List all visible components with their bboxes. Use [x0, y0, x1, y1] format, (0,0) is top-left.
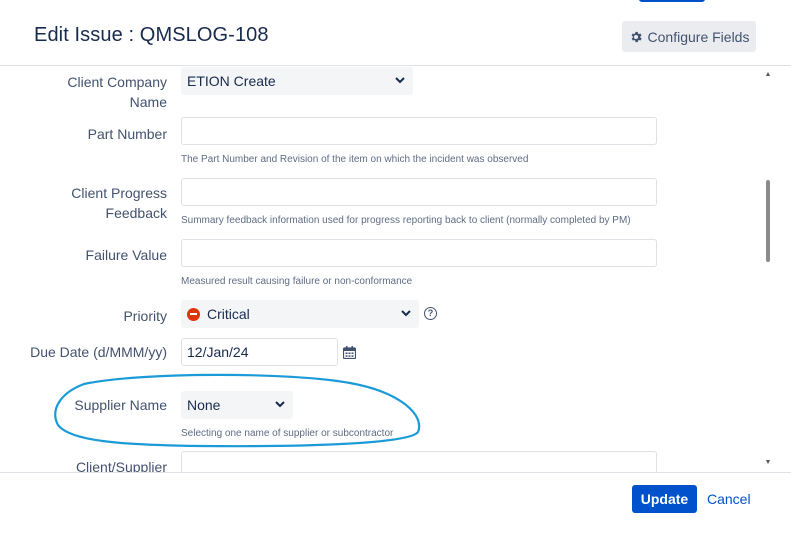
- supplier-name-select[interactable]: None: [181, 391, 293, 419]
- client-company-value: ETION Create: [187, 73, 276, 89]
- priority-label: Priority: [123, 308, 167, 324]
- calendar-icon[interactable]: [343, 346, 356, 359]
- part-number-input[interactable]: [181, 117, 657, 145]
- client-company-label: Client Company Name: [67, 74, 167, 110]
- supplier-name-value: None: [187, 397, 221, 413]
- form-content: Client Company Name ETION Create Part Nu…: [0, 67, 766, 472]
- chevron-down-icon: [275, 401, 285, 408]
- scrollbar[interactable]: [766, 67, 771, 472]
- failure-value-label: Failure Value: [85, 247, 167, 263]
- supplier-name-description: Selecting one name of supplier or subcon…: [181, 428, 394, 439]
- client-progress-input[interactable]: [181, 178, 657, 206]
- dialog-header: Edit Issue : QMSLOG-108 Configure Fields: [0, 0, 791, 66]
- client-progress-label: Client Progress Feedback: [71, 185, 167, 221]
- cancel-link[interactable]: Cancel: [707, 491, 751, 507]
- client-progress-description: Summary feedback information used for pr…: [181, 215, 631, 226]
- configure-fields-button[interactable]: Configure Fields: [622, 21, 756, 52]
- client-supplier-input[interactable]: [181, 451, 657, 472]
- critical-priority-icon: [187, 307, 200, 321]
- chevron-down-icon: [401, 310, 411, 317]
- due-date-label: Due Date (d/MMM/yy): [30, 344, 167, 360]
- edit-issue-dialog: Edit Issue : QMSLOG-108 Configure Fields…: [0, 0, 791, 538]
- scrollbar-thumb[interactable]: [766, 180, 770, 262]
- configure-fields-label: Configure Fields: [647, 28, 750, 45]
- scroll-down-arrow[interactable]: [766, 460, 770, 464]
- client-company-select[interactable]: ETION Create: [181, 67, 413, 95]
- due-date-input[interactable]: 12/Jan/24: [181, 338, 338, 366]
- chevron-down-icon: [395, 77, 405, 84]
- supplier-name-label: Supplier Name: [74, 397, 167, 413]
- help-icon[interactable]: ?: [424, 307, 437, 320]
- dialog-title: Edit Issue : QMSLOG-108: [34, 24, 269, 46]
- priority-select[interactable]: Critical: [181, 300, 419, 328]
- dialog-footer: Update Cancel: [0, 472, 791, 538]
- scroll-up-arrow[interactable]: [766, 72, 770, 76]
- failure-value-input[interactable]: [181, 239, 657, 267]
- failure-value-description: Measured result causing failure or non-c…: [181, 276, 413, 287]
- client-supplier-label: Client/Supplier: [75, 459, 167, 472]
- update-button[interactable]: Update: [632, 485, 697, 513]
- part-number-label: Part Number: [87, 126, 167, 142]
- gear-icon: [629, 30, 643, 44]
- part-number-description: The Part Number and Revision of the item…: [181, 154, 529, 165]
- priority-value: Critical: [207, 306, 250, 322]
